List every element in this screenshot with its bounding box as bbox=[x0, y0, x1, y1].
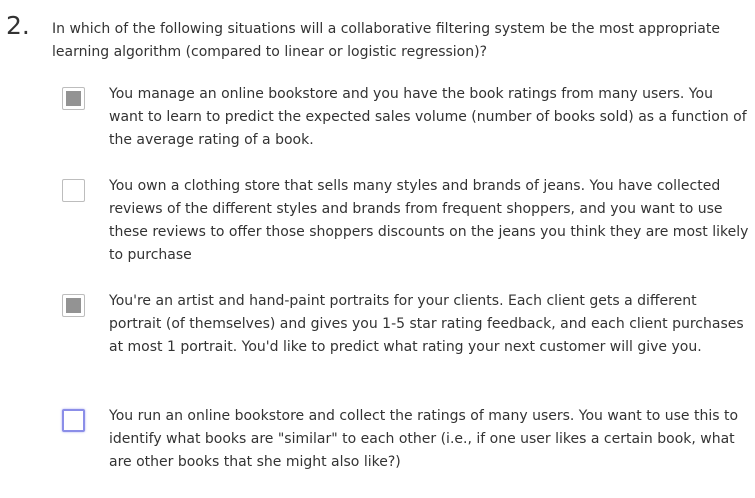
option-4-text: You run an online bookstore and collect … bbox=[109, 408, 739, 470]
option-1-text: You manage an online bookstore and you h… bbox=[109, 86, 747, 148]
option-2-checkbox[interactable] bbox=[62, 179, 85, 202]
option-3-checkbox[interactable] bbox=[62, 294, 85, 317]
option-1-checkbox[interactable] bbox=[62, 87, 85, 110]
option-2-text: You own a clothing store that sells many… bbox=[109, 178, 749, 263]
option-3-text: You're an artist and hand-paint portrait… bbox=[109, 293, 744, 355]
checkmark-fill bbox=[66, 298, 81, 313]
checkmark-fill bbox=[66, 91, 81, 106]
option-4-checkbox[interactable] bbox=[62, 409, 85, 432]
question-number: 2. bbox=[6, 11, 30, 40]
question-text: In which of the following situations wil… bbox=[52, 21, 720, 60]
